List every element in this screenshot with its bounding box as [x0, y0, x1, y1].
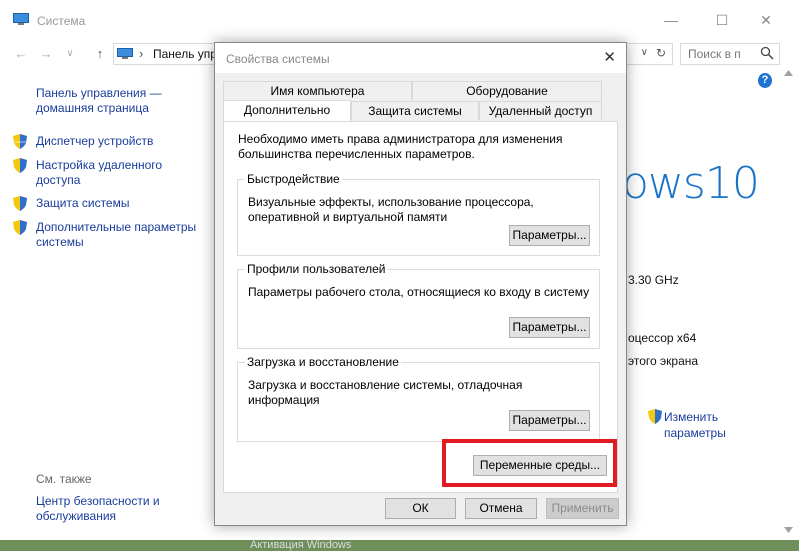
taskbar-strip — [0, 540, 799, 551]
computer-icon — [117, 48, 133, 59]
search-placeholder: Поиск в п — [688, 47, 741, 61]
window-title: Система — [37, 14, 86, 28]
breadcrumb[interactable]: Панель упр — [153, 47, 217, 61]
sidebar-item-label: Защита системы — [36, 196, 130, 210]
sidebar-item-label: Диспетчер устройств — [36, 134, 154, 148]
startup-recovery-title: Загрузка и восстановление — [245, 355, 401, 369]
dialog-title: Свойства системы — [226, 52, 330, 66]
shield-icon — [13, 158, 27, 173]
performance-group: Быстродействие Визуальные эффекты, испол… — [237, 172, 600, 256]
scroll-up-icon[interactable] — [784, 70, 793, 76]
chevron-down-icon[interactable]: ∨ — [641, 47, 648, 58]
user-profiles-settings-button[interactable]: Параметры... — [509, 317, 590, 338]
see-also-heading: См. также — [36, 472, 92, 486]
close-button[interactable]: ✕ — [755, 8, 777, 32]
forward-arrow-icon[interactable]: → — [38, 44, 54, 64]
system-properties-dialog: Свойства системы ✕ Имя компьютера Оборуд… — [214, 42, 627, 526]
home-link-label: Панель управления — домашняя страница — [36, 86, 162, 115]
startup-recovery-description: Загрузка и восстановление системы, отлад… — [248, 378, 523, 407]
advanced-tab-panel: Необходимо иметь права администратора дл… — [223, 121, 618, 493]
up-arrow-icon[interactable]: ↑ — [92, 44, 108, 64]
screen-text: этого экрана — [628, 354, 699, 368]
back-arrow-icon[interactable]: ← — [13, 44, 29, 64]
windows-logo-text: ows10 — [622, 158, 760, 209]
change-link-label: параметры — [664, 426, 726, 440]
maximize-button[interactable]: ☐ — [711, 8, 733, 32]
shield-icon — [648, 409, 662, 424]
computer-icon — [13, 13, 29, 25]
tab-computer-name[interactable]: Имя компьютера — [223, 81, 412, 100]
close-icon[interactable]: ✕ — [603, 48, 616, 66]
apply-button: Применить — [546, 498, 619, 519]
user-profiles-title: Профили пользователей — [245, 262, 388, 276]
tab-advanced[interactable]: Дополнительно — [223, 100, 351, 121]
window-titlebar: Система — ☐ ✕ — [0, 0, 799, 42]
refresh-icon[interactable]: ↻ — [656, 46, 666, 60]
ok-button[interactable]: ОК — [385, 498, 456, 519]
startup-recovery-settings-button[interactable]: Параметры... — [509, 410, 590, 431]
sidebar-item-label: Настройка удаленного доступа — [36, 158, 163, 187]
performance-description: Визуальные эффекты, использование процес… — [248, 195, 534, 224]
scroll-down-icon[interactable] — [784, 527, 793, 533]
change-link-label: Изменить — [664, 410, 719, 424]
cpu-speed-text: 3.30 GHz — [628, 273, 679, 287]
user-profiles-group: Профили пользователей Параметры рабочего… — [237, 262, 600, 349]
shield-icon — [13, 134, 27, 149]
processor-type-text: оцессор x64 — [628, 331, 697, 345]
minimize-button[interactable]: — — [660, 8, 682, 32]
user-profiles-description: Параметры рабочего стола, относящиеся ко… — [248, 285, 590, 299]
activation-text: Активация Windows — [250, 539, 352, 551]
tab-hardware[interactable]: Оборудование — [412, 81, 602, 100]
cancel-button[interactable]: Отмена — [465, 498, 537, 519]
scrollbar[interactable] — [779, 66, 799, 541]
admin-note: Необходимо иметь права администратора дл… — [238, 132, 563, 161]
highlight-box — [442, 439, 617, 487]
tab-remote[interactable]: Удаленный доступ — [479, 101, 602, 120]
search-icon — [760, 46, 774, 60]
performance-title: Быстродействие — [245, 172, 342, 186]
dialog-titlebar: Свойства системы ✕ — [215, 43, 626, 73]
startup-recovery-group: Загрузка и восстановление Загрузка и вос… — [237, 355, 600, 442]
performance-settings-button[interactable]: Параметры... — [509, 225, 590, 246]
chevron-right-icon: › — [139, 46, 144, 61]
security-center-link[interactable]: Центр безопасности и обслуживания — [36, 494, 206, 524]
search-input[interactable]: Поиск в п — [680, 43, 780, 65]
sidebar-item-label: Дополнительные параметры системы — [36, 220, 197, 249]
shield-icon — [13, 220, 27, 235]
tab-system-protection[interactable]: Защита системы — [351, 101, 479, 120]
recent-locations-icon[interactable]: ∨ — [62, 44, 78, 64]
shield-icon — [13, 196, 27, 211]
help-icon[interactable]: ? — [758, 73, 772, 88]
control-panel-home-link[interactable]: Панель управления — домашняя страница — [36, 86, 186, 116]
